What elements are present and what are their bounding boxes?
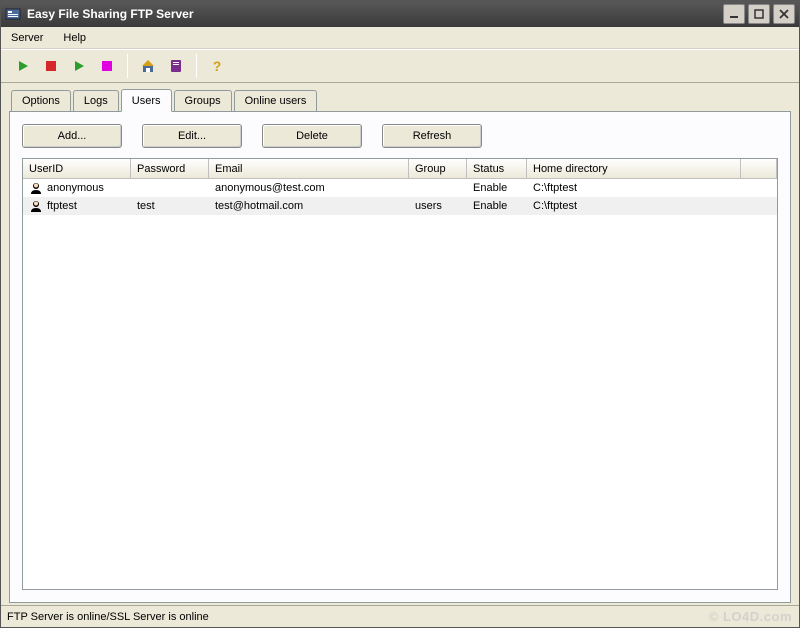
menu-help[interactable]: Help <box>59 30 90 46</box>
table-row[interactable]: ftptest test test@hotmail.com users Enab… <box>23 197 777 215</box>
cell-home: C:\ftptest <box>527 200 741 212</box>
cell-email: test@hotmail.com <box>209 200 409 212</box>
action-buttons: Add... Edit... Delete Refresh <box>22 124 778 148</box>
col-userid[interactable]: UserID <box>23 159 131 179</box>
cell-status: Enable <box>467 182 527 194</box>
tab-logs[interactable]: Logs <box>73 90 119 111</box>
col-email[interactable]: Email <box>209 159 409 179</box>
home-icon[interactable] <box>136 54 160 78</box>
menubar: Server Help <box>1 27 799 49</box>
col-password[interactable]: Password <box>131 159 209 179</box>
toolbar-separator <box>127 54 128 78</box>
list-header: UserID Password Email Group Status Home … <box>23 159 777 179</box>
stop-magenta-icon[interactable] <box>95 54 119 78</box>
tab-users[interactable]: Users <box>121 89 172 112</box>
watermark: © LO4D.com <box>709 609 792 624</box>
minimize-button[interactable] <box>723 4 745 24</box>
user-icon <box>29 181 43 195</box>
menu-server[interactable]: Server <box>7 30 47 46</box>
cell-group: users <box>409 200 467 212</box>
play-green2-icon[interactable] <box>67 54 91 78</box>
stop-red-icon[interactable] <box>39 54 63 78</box>
window-buttons <box>723 4 795 24</box>
content-area: Options Logs Users Groups Online users A… <box>1 83 799 605</box>
app-icon <box>5 6 21 22</box>
statusbar: FTP Server is online/SSL Server is onlin… <box>1 605 799 627</box>
cell-status: Enable <box>467 200 527 212</box>
titlebar: Easy File Sharing FTP Server <box>1 1 799 27</box>
users-list: UserID Password Email Group Status Home … <box>22 158 778 590</box>
list-body: anonymous anonymous@test.com Enable C:\f… <box>23 179 777 589</box>
cell-password: test <box>131 200 209 212</box>
table-row[interactable]: anonymous anonymous@test.com Enable C:\f… <box>23 179 777 197</box>
col-home[interactable]: Home directory <box>527 159 741 179</box>
toolbar-separator-2 <box>196 54 197 78</box>
cell-home: C:\ftptest <box>527 182 741 194</box>
maximize-button[interactable] <box>748 4 770 24</box>
tab-groups[interactable]: Groups <box>174 90 232 111</box>
cell-email: anonymous@test.com <box>209 182 409 194</box>
delete-button[interactable]: Delete <box>262 124 362 148</box>
play-green-icon[interactable] <box>11 54 35 78</box>
cell-userid: anonymous <box>23 181 131 195</box>
close-button[interactable] <box>773 4 795 24</box>
cell-userid: ftptest <box>23 199 131 213</box>
help-icon[interactable]: ? <box>205 54 229 78</box>
tab-strip: Options Logs Users Groups Online users <box>11 89 791 111</box>
window-title: Easy File Sharing FTP Server <box>27 7 723 21</box>
book-icon[interactable] <box>164 54 188 78</box>
col-spacer <box>741 159 777 179</box>
refresh-button[interactable]: Refresh <box>382 124 482 148</box>
tab-online-users[interactable]: Online users <box>234 90 318 111</box>
col-group[interactable]: Group <box>409 159 467 179</box>
svg-text:?: ? <box>213 58 222 74</box>
col-status[interactable]: Status <box>467 159 527 179</box>
userid-text: ftptest <box>47 200 77 212</box>
toolbar: ? <box>1 49 799 83</box>
user-icon <box>29 199 43 213</box>
status-text: FTP Server is online/SSL Server is onlin… <box>7 611 209 623</box>
edit-button[interactable]: Edit... <box>142 124 242 148</box>
main-window: Easy File Sharing FTP Server Server Help <box>0 0 800 628</box>
users-panel: Add... Edit... Delete Refresh UserID Pas… <box>9 111 791 603</box>
userid-text: anonymous <box>47 182 104 194</box>
tab-options[interactable]: Options <box>11 90 71 111</box>
add-button[interactable]: Add... <box>22 124 122 148</box>
